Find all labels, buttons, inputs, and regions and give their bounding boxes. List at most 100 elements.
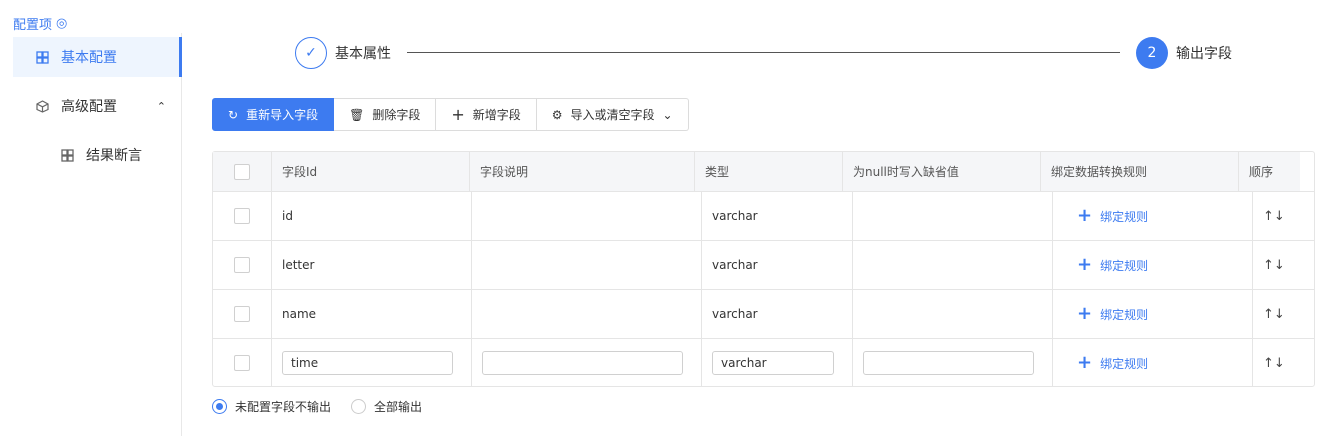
radio-label: 未配置字段不输出 [235,400,332,414]
bind-rule-label: 绑定规则 [1100,209,1149,224]
table-cell: varchar [702,290,853,338]
field-id-value: time [291,356,319,370]
table-row: letter varchar + 绑定规则 ↑↓ [213,240,1314,289]
sidebar-item-label: 高级配置 [61,99,117,115]
table-cell: varchar [702,241,853,289]
table-row: time varchar + 绑定规则 ↑↓ [213,338,1314,387]
type-text: varchar [712,209,758,223]
button-label: 导入或清空字段 [570,108,655,122]
table-cell [472,290,702,338]
grid-icon [61,148,74,162]
field-id-input[interactable]: time [282,351,453,375]
plus-icon: + [1077,254,1093,275]
plus-icon: + [1077,205,1093,226]
refresh-icon: ↻ [228,107,239,122]
bind-rule-button[interactable]: + 绑定规则 [1053,354,1148,372]
table-cell: time [272,339,472,387]
step-number: 2 [1136,37,1168,69]
table-cell: ↑↓ [1253,192,1314,240]
table-cell: + 绑定规则 [1053,339,1253,387]
grid-icon [36,50,49,64]
type-input[interactable]: varchar [712,351,834,375]
plus-icon: + [1077,303,1093,324]
move-up-down-icon[interactable]: ↑↓ [1263,209,1285,224]
radio-unconfigured-no-output[interactable] [212,399,227,414]
table-cell: + 绑定规则 [1053,241,1253,289]
table-cell: + 绑定规则 [1053,290,1253,338]
sidebar-item-label: 结果断言 [86,148,142,164]
table-cell: ↑↓ [1253,241,1314,289]
radio-all-output[interactable] [351,399,367,414]
table-cell: ↑↓ [1253,339,1314,387]
plus-icon: + [1077,352,1093,373]
move-up-down-icon[interactable]: ↑↓ [1263,356,1285,371]
output-mode-group: 未配置字段不输出 全部输出 [212,398,422,415]
bind-rule-button[interactable]: + 绑定规则 [1053,305,1148,323]
header-null-default: 为null时写入缺省值 [843,152,1041,191]
row-checkbox[interactable] [234,355,250,371]
bind-rule-label: 绑定规则 [1100,307,1149,322]
row-checkbox[interactable] [234,208,250,224]
cube-icon [36,99,49,113]
table-header: 字段Id 字段说明 类型 为null时写入缺省值 绑定数据转换规则 顺序 [213,152,1300,191]
select-all-checkbox[interactable] [234,163,250,180]
sidebar-divider [181,33,182,436]
row-checkbox[interactable] [234,306,250,322]
fields-table: 字段Id 字段说明 类型 为null时写入缺省值 绑定数据转换规则 顺序 id v… [212,151,1315,387]
toolbar: ↻ 重新导入字段 🗑 删除字段 + 新增字段 ⚙ 导入或清空字段 ⌄ [212,98,689,131]
move-up-down-icon[interactable]: ↑↓ [1263,258,1285,273]
chevron-down-icon: ⌄ [662,107,673,122]
step-2: 2 输出字段 [1136,37,1232,69]
bind-rule-button[interactable]: + 绑定规则 [1053,207,1148,225]
step-label: 输出字段 [1176,46,1232,62]
table-cell [213,192,272,240]
sidebar-item-basic[interactable]: 基本配置 [13,37,182,77]
field-id-text: letter [282,258,315,272]
table-row: id varchar + 绑定规则 ↑↓ [213,191,1314,240]
import-clear-dropdown[interactable]: ⚙ 导入或清空字段 ⌄ [536,98,689,131]
header-field-id: 字段Id [272,152,470,191]
table-cell [213,241,272,289]
sidebar-item-assert[interactable]: 结果断言 [61,145,142,165]
header-type: 类型 [695,152,843,191]
table-cell [472,192,702,240]
delete-button[interactable]: 🗑 删除字段 [334,98,437,131]
field-id-text: id [282,209,293,223]
table-cell [472,241,702,289]
bind-rule-label: 绑定规则 [1100,356,1149,371]
row-checkbox[interactable] [234,257,250,273]
header-field-desc: 字段说明 [470,152,695,191]
add-field-button[interactable]: + 新增字段 [436,98,537,131]
type-text: varchar [712,258,758,272]
null-default-input[interactable] [863,351,1034,375]
field-id-text: name [282,307,317,321]
sidebar-item-advanced[interactable]: 高级配置 ⌃ [36,96,166,116]
bind-rule-label: 绑定规则 [1100,258,1149,273]
plus-icon: + [451,105,465,124]
table-cell: varchar [702,192,853,240]
header-order: 顺序 [1249,165,1274,179]
sidebar-title: 配置项 ◎ [13,14,67,33]
table-cell [853,290,1053,338]
chevron-up-icon[interactable]: ⌃ [157,100,166,113]
table-cell [213,339,272,387]
button-label: 新增字段 [472,108,521,122]
move-up-down-icon[interactable]: ↑↓ [1263,307,1285,322]
bind-rule-button[interactable]: + 绑定规则 [1053,256,1148,274]
table-cell [213,290,272,338]
field-desc-input[interactable] [482,351,683,375]
step-1: ✓ 基本属性 [295,37,391,69]
table-cell: varchar [702,339,853,387]
reimport-button[interactable]: ↻ 重新导入字段 [212,98,335,131]
sidebar-title-text: 配置项 [13,18,53,33]
target-icon[interactable]: ◎ [56,16,67,31]
sidebar-item-label: 基本配置 [61,50,117,66]
table-cell: ↑↓ [1253,290,1314,338]
table-cell: name [272,290,472,338]
button-label: 重新导入字段 [246,108,319,122]
table-cell [472,339,702,387]
step-connector [407,52,1120,53]
type-text: varchar [712,307,758,321]
check-icon: ✓ [295,37,327,69]
radio-label: 全部输出 [374,400,423,414]
